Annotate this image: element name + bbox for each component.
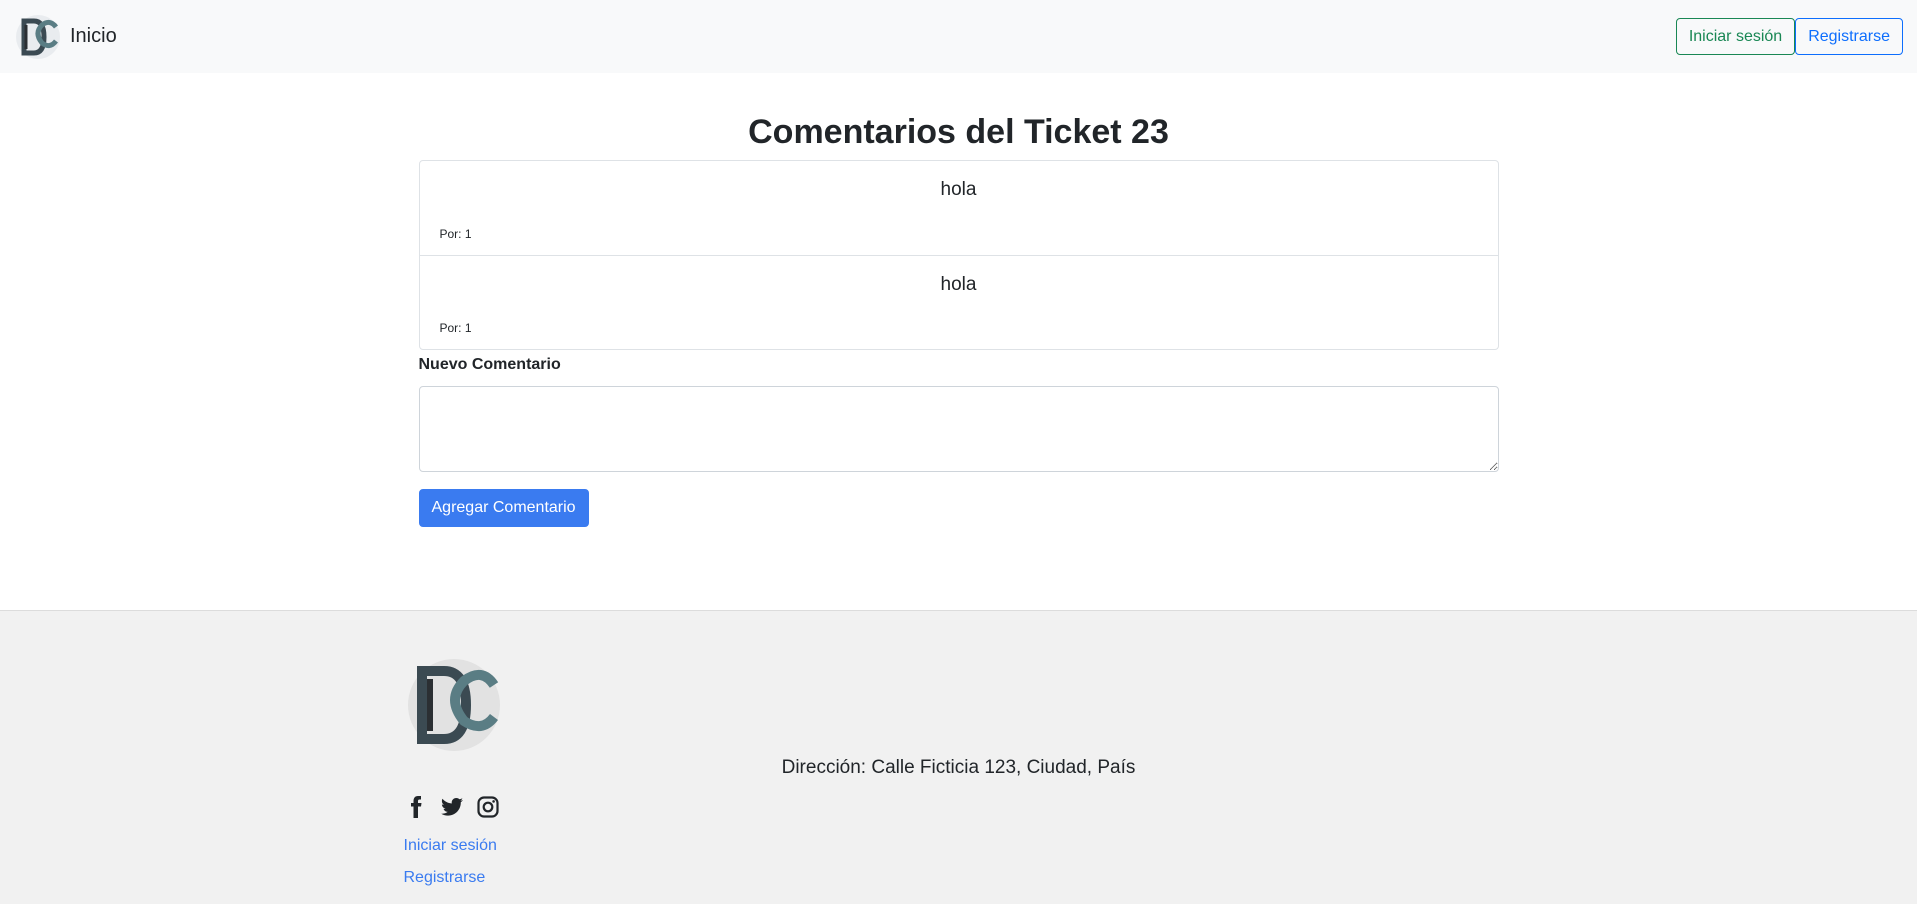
footer-register-link[interactable]: Registrarse: [404, 869, 486, 887]
comment-text: hola: [940, 179, 977, 200]
instagram-link[interactable]: [476, 795, 500, 824]
comment-text: hola: [940, 274, 977, 295]
comment-item: hola Por: 1: [419, 255, 1498, 349]
facebook-icon: [410, 796, 421, 818]
footer-dc-logo-icon: [407, 659, 500, 751]
main-content: Comentarios del Ticket 23 hola Por: 1 ho…: [418, 73, 1499, 610]
brand-text: Inicio: [70, 25, 117, 47]
twitter-link[interactable]: [440, 795, 464, 824]
dc-logo-icon: [16, 14, 60, 59]
facebook-link[interactable]: [404, 795, 428, 824]
comment-item: hola Por: 1: [420, 161, 1498, 255]
footer-inner: Dirección: Calle Ficticia 123, Ciudad, P…: [404, 611, 1514, 904]
social-links: [404, 795, 500, 824]
nav-actions: Iniciar sesión Registrarse: [1675, 18, 1903, 55]
footer-login-link[interactable]: Iniciar sesión: [404, 837, 497, 855]
add-comment-button[interactable]: Agregar Comentario: [418, 489, 589, 527]
login-button[interactable]: Iniciar sesión: [1675, 18, 1796, 55]
page-title: Comentarios del Ticket 23: [748, 113, 1169, 151]
navbar: Inicio Iniciar sesión Registrarse: [0, 0, 1917, 73]
footer: Dirección: Calle Ficticia 123, Ciudad, P…: [0, 610, 1917, 904]
footer-address: Dirección: Calle Ficticia 123, Ciudad, P…: [781, 757, 1136, 778]
new-comment-label: Nuevo Comentario: [418, 356, 561, 373]
comment-list: hola Por: 1 hola Por: 1: [418, 160, 1499, 350]
comment-author: Por: 1: [439, 227, 472, 241]
twitter-icon: [440, 798, 463, 816]
comment-author: Por: 1: [439, 321, 472, 335]
register-button[interactable]: Registrarse: [1795, 18, 1903, 55]
new-comment-textarea[interactable]: [418, 386, 1499, 472]
instagram-icon: [476, 796, 499, 818]
brand-link[interactable]: Inicio: [14, 13, 117, 61]
